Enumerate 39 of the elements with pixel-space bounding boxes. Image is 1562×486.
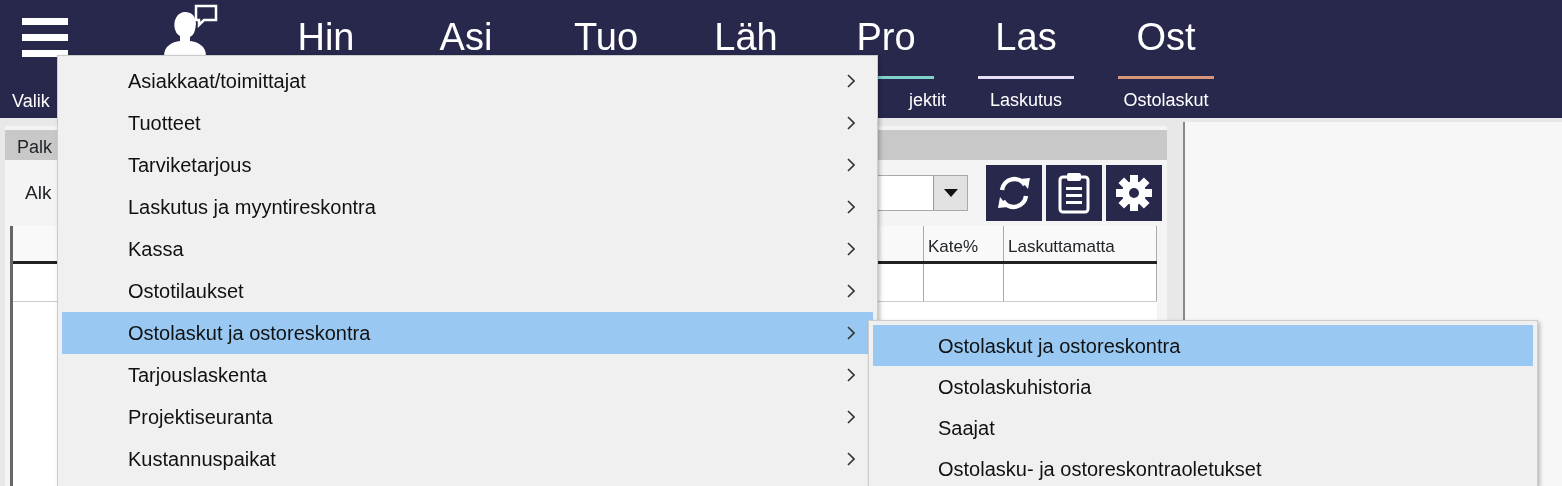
module-label[interactable]: jektit [909, 90, 946, 110]
chevron-right-icon [847, 410, 855, 424]
menu-item[interactable]: Tuotteet [62, 102, 873, 144]
dropdown-arrow-icon [943, 189, 958, 197]
module-tab[interactable]: Ost [1136, 18, 1196, 62]
chevron-right-icon [847, 452, 855, 466]
module-label[interactable]: Ostolaskut [1123, 90, 1209, 110]
clipboard-icon [1058, 172, 1090, 214]
menu-item[interactable]: Tarviketarjous [62, 144, 873, 186]
menu-item[interactable]: Saajat [873, 407, 1533, 448]
tab[interactable]: Palk [17, 137, 52, 157]
module-tab[interactable]: Las [995, 18, 1057, 62]
chevron-right-icon [847, 116, 855, 130]
menu-item[interactable]: Ostotilaukset [62, 270, 873, 312]
settings-icon [1115, 174, 1153, 212]
menu-item[interactable]: Ostolaskuhistoria [873, 366, 1533, 407]
chevron-right-icon [847, 242, 855, 256]
column-header[interactable]: Laskuttamatta [1004, 226, 1157, 261]
module-label[interactable]: Laskutus [989, 90, 1062, 110]
chevron-right-icon [847, 326, 855, 340]
clipboard-button[interactable] [1046, 165, 1102, 221]
menu-icon[interactable] [22, 18, 68, 58]
chevron-right-icon [847, 284, 855, 298]
filter-label: Alk [25, 180, 52, 205]
refresh-button[interactable] [986, 165, 1042, 221]
chevron-right-icon [847, 158, 855, 172]
menu-item[interactable]: Ostolaskut ja ostoreskontra [873, 325, 1533, 366]
menu-item[interactable]: Asiakkaat/toimittajat [62, 60, 873, 102]
menu-item[interactable]: Ostolasku- ja ostoreskontraoletukset [873, 448, 1533, 486]
column-header[interactable]: Kate% [924, 226, 1004, 261]
menu-item[interactable]: Ostolaskut ja ostoreskontra [62, 312, 873, 354]
menu-item[interactable]: Laskutus ja myyntireskontra [62, 186, 873, 228]
menu-item[interactable]: Kassa [62, 228, 873, 270]
module-tab[interactable]: Pro [856, 18, 916, 62]
settings-button[interactable] [1106, 165, 1162, 221]
chevron-right-icon [847, 74, 855, 88]
menu-label: Valik [12, 90, 50, 113]
chevron-right-icon [847, 368, 855, 382]
chevron-right-icon [847, 200, 855, 214]
